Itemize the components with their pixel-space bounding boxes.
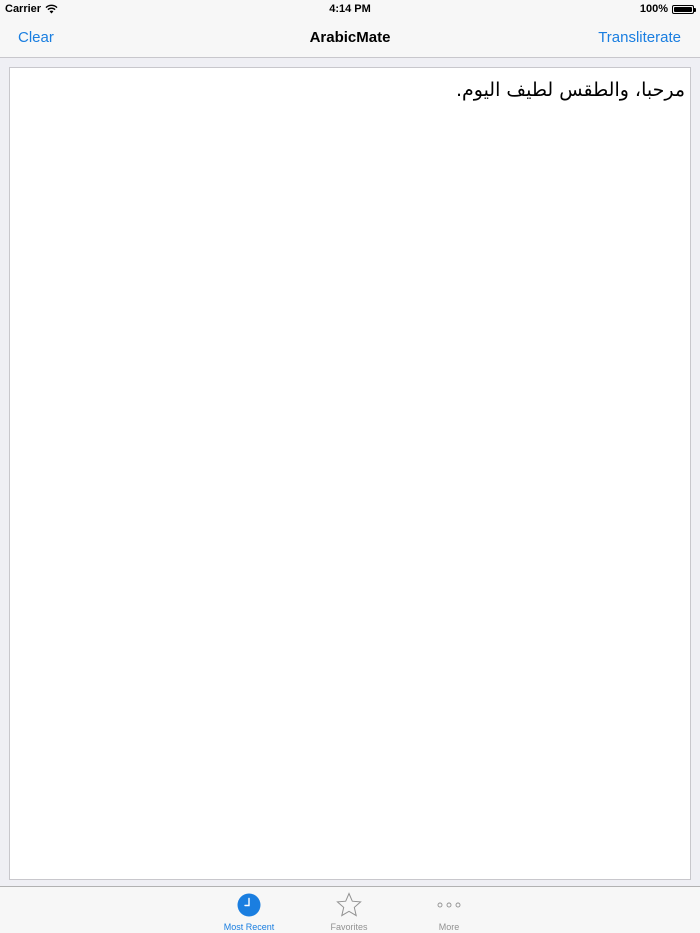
more-dots-icon (437, 902, 461, 908)
status-time: 4:14 PM (329, 3, 371, 15)
tab-bar: Most Recent Favorites More (0, 886, 700, 933)
editor-text[interactable]: مرحبا، والطقس لطيف اليوم. (15, 79, 685, 101)
status-right: 100% (639, 3, 696, 15)
tab-more[interactable]: More (414, 892, 484, 932)
battery-fill (674, 6, 692, 12)
battery-percent: 100% (639, 3, 668, 15)
battery-icon (672, 4, 696, 14)
navigation-bar: Clear ArabicMate Transliterate (0, 20, 700, 58)
tab-more-label: More (438, 922, 460, 932)
text-editor[interactable]: مرحبا، والطقس لطيف اليوم. (9, 67, 691, 880)
transliterate-button[interactable]: Transliterate (598, 29, 681, 46)
tab-most-recent[interactable]: Most Recent (214, 892, 284, 932)
clock-icon (237, 893, 261, 917)
status-bar: Carrier 4:14 PM 100% (0, 0, 700, 20)
page-title: ArabicMate (309, 29, 391, 46)
tab-most-recent-label: Most Recent (223, 922, 275, 932)
star-icon (336, 892, 362, 917)
battery-tip (694, 7, 696, 12)
tab-favorites[interactable]: Favorites (314, 892, 384, 932)
tab-favorites-label: Favorites (330, 922, 368, 932)
